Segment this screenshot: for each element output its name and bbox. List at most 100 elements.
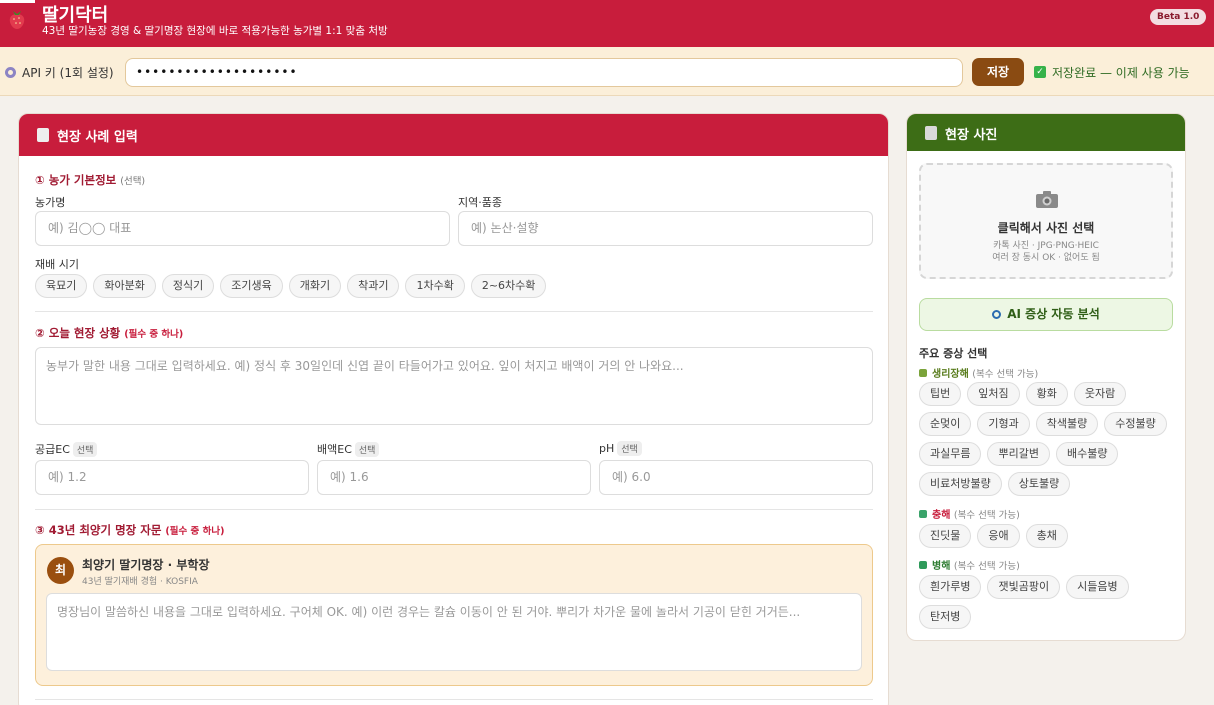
symptom-chip[interactable]: 착색불량 — [1035, 412, 1099, 436]
optional-badge: 선택 — [72, 442, 98, 457]
symptoms-title: 주요 증상 선택 — [919, 347, 988, 360]
region-input[interactable]: 예) 논산·설향 — [458, 211, 873, 246]
group-pest-title: 충해 (복수 선택 가능) — [919, 506, 1020, 521]
photo-card-header: 현장 사진 — [907, 114, 1185, 151]
divider — [35, 509, 873, 510]
stage-chip[interactable]: 1차수확 — [405, 274, 465, 298]
api-status-text: 저장완료 — 이제 사용 가능 — [1052, 66, 1190, 80]
check-icon: ✓ — [1034, 66, 1046, 78]
ph-input[interactable]: 예) 6.0 — [599, 460, 873, 495]
ai-analyze-label: AI 증상 자동 분석 — [1007, 307, 1100, 321]
symptom-chip[interactable]: 흰가루병 — [919, 575, 982, 599]
camera-icon — [1036, 191, 1058, 208]
mentor-advice-textarea[interactable]: 명장님이 말씀하신 내용을 그대로 입력하세요. 구어체 OK. 예) 이런 경… — [46, 593, 862, 671]
stage-chip[interactable]: 화아분화 — [93, 274, 156, 298]
symptom-chip[interactable]: 상토불량 — [1007, 472, 1071, 496]
symptom-chip[interactable]: 웃자람 — [1073, 382, 1127, 406]
stage-chip[interactable]: 조기생육 — [220, 274, 283, 298]
farm-name-label: 농가명 — [35, 196, 66, 209]
stage-chip[interactable]: 육묘기 — [35, 274, 88, 298]
symptom-chip[interactable]: 탄저병 — [919, 605, 972, 629]
photo-upload-area[interactable]: 클릭해서 사진 선택 카톡 사진 · JPG·PNG·HEIC 여러 장 동시 … — [919, 163, 1173, 279]
symptom-chip[interactable]: 황화 — [1025, 382, 1068, 406]
group-disease-label: 병해 — [932, 561, 951, 572]
group-disease-title: 병해 (복수 선택 가능) — [919, 557, 1020, 572]
optional-badge: 선택 — [354, 442, 380, 457]
symptom-chip[interactable]: 팁번 — [919, 382, 962, 406]
symptom-chip[interactable]: 배수불량 — [1055, 442, 1119, 466]
strawberry-logo-icon — [9, 11, 25, 29]
save-api-key-button[interactable]: 저장 — [972, 58, 1024, 86]
section-farm-info-title: ① 농가 기본정보 (선택) — [35, 172, 145, 188]
stage-chip[interactable]: 개화기 — [288, 274, 342, 298]
stage-chip[interactable]: 착과기 — [347, 274, 400, 298]
stage-chip[interactable]: 정식기 — [161, 274, 215, 298]
physio-chip-group: 팁번 잎처짐 황화 웃자람순멎이 기형과 착색불량 수정불량과실무름 뿌리갈변 배수불량비료처방… — [919, 382, 1179, 496]
symptom-chip[interactable]: 응애 — [977, 524, 1020, 548]
optional-tag: (선택) — [120, 176, 146, 187]
case-card-header: 현장 사례 입력 — [19, 114, 888, 156]
required-tag: (필수 중 하나) — [165, 526, 225, 537]
leaf-icon — [919, 369, 927, 377]
mentor-advice-box: 최 최양기 딸기명장 · 부학장 43년 딸기재배 경험 · KOSFIA 명장… — [35, 544, 873, 686]
stage-chip-group: 육묘기 화아분화 정식기 조기생육 개화기 착과기 1차수확 2~6차수확 — [35, 274, 873, 298]
drain-ec-label-text: 배액EC — [317, 443, 352, 456]
clipboard-icon — [37, 128, 49, 142]
section-situation-label: ② 오늘 현장 상황 — [35, 326, 121, 340]
search-icon — [992, 310, 1002, 319]
multi-select-note: (복수 선택 가능) — [953, 510, 1020, 521]
farm-name-input[interactable]: 예) 김◯◯ 대표 — [35, 211, 450, 246]
required-tag: (필수 중 하나) — [124, 329, 184, 340]
symptom-chip[interactable]: 총채 — [1025, 524, 1068, 548]
symptom-chip[interactable]: 순멎이 — [919, 412, 972, 436]
supply-ec-label: 공급EC 선택 — [35, 441, 98, 457]
section-mentor-title: ③ 43년 최양기 명장 자문 (필수 중 하나) — [35, 522, 224, 538]
app-subtitle: 43년 딸기농장 경영 & 딸기명장 현장에 바로 적용가능한 농가별 1:1 … — [42, 25, 388, 37]
api-key-input[interactable]: •••••••••••••••••••• — [125, 58, 963, 87]
symptom-chip[interactable]: 진딧물 — [919, 524, 972, 548]
pest-chip-group: 진딧물 응애 총채 — [919, 524, 1179, 548]
symptom-chip[interactable]: 잎처짐 — [967, 382, 1020, 406]
supply-ec-input[interactable]: 예) 1.2 — [35, 460, 309, 495]
symptom-chip[interactable]: 잿빛곰팡이 — [987, 575, 1061, 599]
group-physio-title: 생리장해 (복수 선택 가능) — [919, 365, 1038, 380]
mentor-avatar: 최 — [47, 557, 74, 584]
symptom-chip[interactable]: 기형과 — [977, 412, 1030, 436]
api-key-label: API 키 (1회 설정) — [22, 66, 114, 80]
bug-icon — [919, 510, 927, 518]
section-situation-title: ② 오늘 현장 상황 (필수 중 하나) — [35, 325, 183, 341]
group-pest-label: 충해 — [932, 510, 951, 521]
section-farm-info-label: ① 농가 기본정보 — [35, 173, 117, 187]
drain-ec-label: 배액EC 선택 — [317, 441, 380, 457]
ph-label-text: pH — [599, 442, 615, 455]
group-physio-label: 생리장해 — [932, 369, 969, 380]
mentor-name: 최양기 딸기명장 · 부학장 — [82, 558, 210, 572]
symptom-chip[interactable]: 과실무름 — [919, 442, 982, 466]
symptom-chip[interactable]: 비료처방불량 — [919, 472, 1002, 496]
upload-note: 여러 장 동시 OK · 없어도 됨 — [992, 253, 1100, 263]
symptom-chip[interactable]: 수정불량 — [1104, 412, 1167, 436]
divider — [35, 699, 873, 700]
case-card-title: 현장 사례 입력 — [57, 130, 138, 145]
optional-badge: 선택 — [617, 441, 642, 456]
version-badge: Beta 1.0 — [1150, 9, 1207, 25]
case-input-card: 현장 사례 입력 ① 농가 기본정보 (선택) 농가명 예) 김◯◯ 대표 지역… — [18, 113, 889, 705]
stage-label: 재배 시기 — [35, 258, 79, 271]
photo-card: 현장 사진 클릭해서 사진 선택 카톡 사진 · JPG·PNG·HEIC 여러… — [906, 113, 1186, 641]
ph-label: pH 선택 — [599, 441, 642, 456]
stage-chip[interactable]: 2~6차수확 — [470, 274, 547, 298]
supply-ec-label-text: 공급EC — [35, 443, 70, 456]
window-corner — [0, 0, 35, 3]
situation-textarea[interactable]: 농부가 말한 내용 그대로 입력하세요. 예) 정식 후 30일인데 신엽 끝이… — [35, 347, 873, 425]
region-label: 지역·품종 — [458, 196, 502, 209]
ai-analyze-button[interactable]: AI 증상 자동 분석 — [919, 298, 1173, 331]
divider — [35, 311, 873, 312]
disease-chip-group: 흰가루병 잿빛곰팡이 시들음병탄저병 — [919, 575, 1179, 629]
api-key-bar: API 키 (1회 설정) •••••••••••••••••••• 저장 ✓ … — [0, 47, 1214, 96]
symptom-chip[interactable]: 시들음병 — [1066, 575, 1129, 599]
drain-ec-input[interactable]: 예) 1.6 — [317, 460, 591, 495]
symptom-chip[interactable]: 뿌리갈변 — [987, 442, 1050, 466]
multi-select-note: (복수 선택 가능) — [953, 561, 1020, 572]
microbe-icon — [919, 561, 927, 569]
mentor-description: 43년 딸기재배 경험 · KOSFIA — [82, 577, 198, 587]
